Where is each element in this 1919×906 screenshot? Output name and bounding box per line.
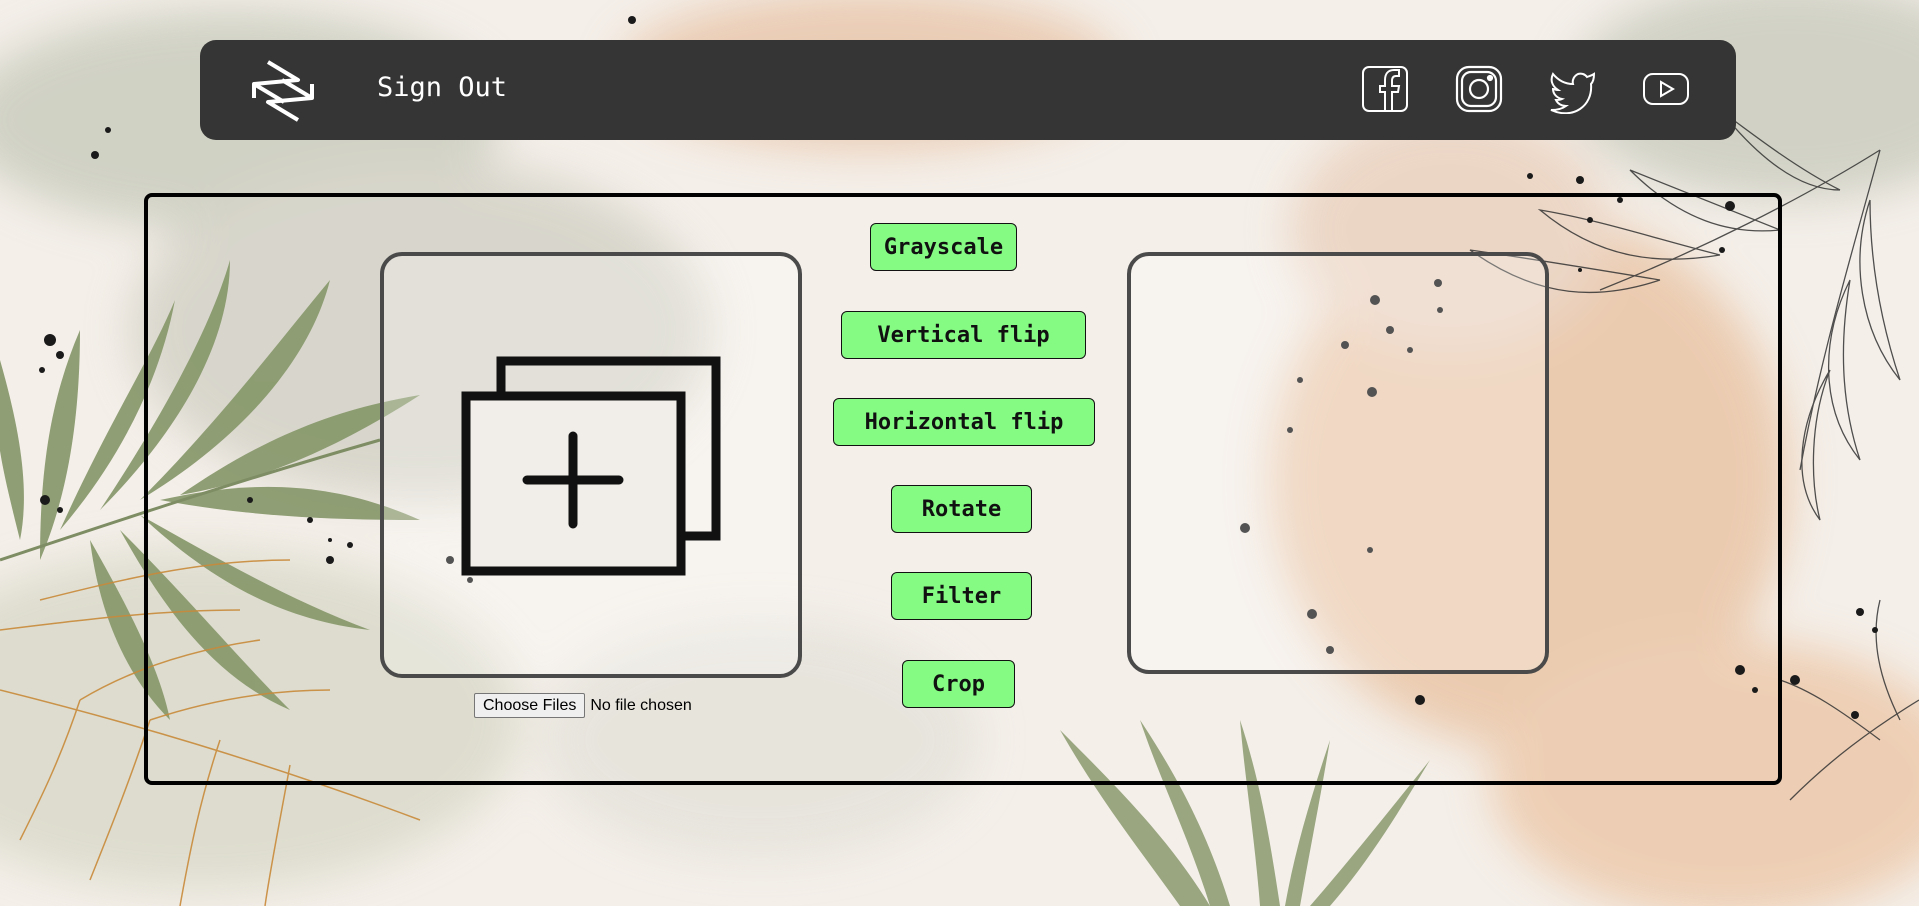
image-upload-panel[interactable] bbox=[380, 252, 802, 678]
filter-button[interactable]: Filter bbox=[891, 572, 1032, 620]
sign-out-link[interactable]: Sign Out bbox=[377, 70, 507, 106]
image-preview-panel bbox=[1127, 252, 1549, 674]
choose-files-button[interactable]: Choose Files bbox=[474, 693, 586, 718]
file-input: Choose Files No file chosen bbox=[474, 693, 692, 718]
rotate-button[interactable]: Rotate bbox=[891, 485, 1032, 533]
instagram-icon[interactable] bbox=[1454, 64, 1504, 114]
file-status-text: No file chosen bbox=[590, 696, 692, 714]
abstract-s-logo[interactable] bbox=[248, 58, 318, 124]
horizontal-flip-button[interactable]: Horizontal flip bbox=[833, 398, 1095, 446]
vertical-flip-button[interactable]: Vertical flip bbox=[841, 311, 1086, 359]
twitter-icon[interactable] bbox=[1548, 64, 1598, 114]
facebook-icon[interactable] bbox=[1360, 64, 1410, 114]
add-image-icon bbox=[461, 356, 721, 576]
top-navbar: Sign Out bbox=[200, 40, 1736, 140]
youtube-icon[interactable] bbox=[1641, 64, 1691, 114]
image-editor-workspace: Grayscale Vertical flip Horizontal flip … bbox=[144, 193, 1782, 785]
grayscale-button[interactable]: Grayscale bbox=[870, 223, 1017, 271]
crop-button[interactable]: Crop bbox=[902, 660, 1015, 708]
